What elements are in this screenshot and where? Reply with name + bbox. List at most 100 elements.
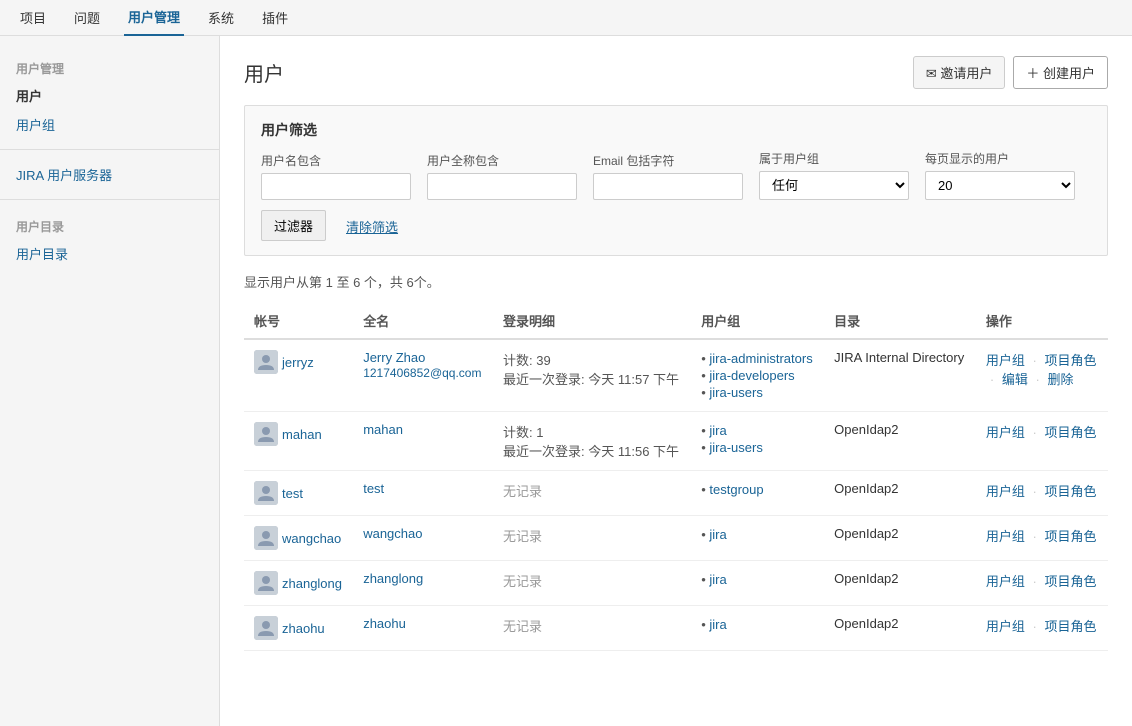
filter-group-select[interactable]: 任何 bbox=[759, 171, 909, 200]
results-info: 显示用户从第 1 至 6 个，共 6个。 bbox=[244, 272, 1108, 291]
table-body: jerryz Jerry Zhao1217406852@qq.com计数: 39… bbox=[244, 339, 1108, 651]
action-projectrole[interactable]: 项目角色 bbox=[1045, 353, 1097, 368]
group-item: jira-administrators bbox=[701, 350, 814, 367]
table-row: zhanglong zhanglong无记录jiraOpenIdap2 用户组 … bbox=[244, 561, 1108, 606]
cell-groups: jira bbox=[691, 561, 824, 606]
group-link[interactable]: jira-developers bbox=[709, 368, 794, 383]
sidebar-item-users[interactable]: 用户 bbox=[0, 81, 219, 110]
fullname-link[interactable]: mahan bbox=[363, 422, 403, 437]
fullname-link[interactable]: zhanglong bbox=[363, 571, 423, 586]
group-link[interactable]: jira bbox=[709, 617, 726, 632]
group-link[interactable]: jira-administrators bbox=[709, 351, 812, 366]
action-projectrole[interactable]: 项目角色 bbox=[1045, 574, 1097, 589]
sidebar-item-user-directory[interactable]: 用户目录 bbox=[0, 239, 219, 268]
action-usergroup[interactable]: 用户组 bbox=[986, 574, 1025, 589]
filter-row: 用户名包含 用户全称包含 Email 包括字符 属于用户组 任何 bbox=[261, 150, 1091, 200]
cell-actions: 用户组 · 项目角色 bbox=[976, 606, 1108, 651]
cell-directory: OpenIdap2 bbox=[824, 412, 976, 471]
action-usergroup[interactable]: 用户组 bbox=[986, 529, 1025, 544]
nav-item-system[interactable]: 系统 bbox=[204, 0, 238, 36]
filter-fullname-input[interactable] bbox=[427, 173, 577, 200]
group-link[interactable]: jira-users bbox=[709, 385, 762, 400]
cell-groups: jira bbox=[691, 606, 824, 651]
fullname-link[interactable]: wangchao bbox=[363, 526, 422, 541]
group-link[interactable]: jira-users bbox=[709, 440, 762, 455]
group-link[interactable]: jira bbox=[709, 527, 726, 542]
cell-login: 无记录 bbox=[493, 561, 691, 606]
action-usergroup[interactable]: 用户组 bbox=[986, 484, 1025, 499]
filter-username-input[interactable] bbox=[261, 173, 411, 200]
account-link[interactable]: zhaohu bbox=[282, 621, 325, 636]
group-link[interactable]: jira bbox=[709, 423, 726, 438]
table-row: jerryz Jerry Zhao1217406852@qq.com计数: 39… bbox=[244, 339, 1108, 412]
cell-login: 无记录 bbox=[493, 606, 691, 651]
filter-email-label: Email 包括字符 bbox=[593, 152, 743, 169]
account-link[interactable]: jerryz bbox=[282, 355, 314, 370]
filter-title: 用户筛选 bbox=[261, 120, 1091, 140]
sidebar-item-jira-user-server[interactable]: JIRA 用户服务器 bbox=[0, 160, 219, 189]
account-link[interactable]: mahan bbox=[282, 427, 322, 442]
group-item: jira-users bbox=[701, 439, 814, 456]
filter-email-input[interactable] bbox=[593, 173, 743, 200]
filter-group-label: 属于用户组 bbox=[759, 150, 909, 167]
filter-actions: 过滤器 清除筛选 bbox=[261, 210, 1091, 241]
filter-button[interactable]: 过滤器 bbox=[261, 210, 326, 241]
action-usergroup[interactable]: 用户组 bbox=[986, 619, 1025, 634]
action-projectrole[interactable]: 项目角色 bbox=[1045, 484, 1097, 499]
invite-user-button[interactable]: ✉ 邀请用户 bbox=[913, 56, 1006, 89]
sidebar-section-usermgmt: 用户管理 bbox=[0, 52, 219, 81]
action-delete[interactable]: 删除 bbox=[1047, 372, 1073, 387]
filter-perpage-label: 每页显示的用户 bbox=[925, 150, 1075, 167]
clear-filter-button[interactable]: 清除筛选 bbox=[334, 212, 410, 241]
action-edit[interactable]: 编辑 bbox=[1002, 372, 1028, 387]
cell-fullname: test bbox=[353, 471, 493, 516]
filter-fullname-field: 用户全称包含 bbox=[427, 152, 577, 200]
fullname-link[interactable]: test bbox=[363, 481, 384, 496]
cell-login: 无记录 bbox=[493, 516, 691, 561]
cell-directory: JIRA Internal Directory bbox=[824, 339, 976, 412]
user-email: 1217406852@qq.com bbox=[363, 366, 481, 380]
col-fullname: 全名 bbox=[353, 303, 493, 339]
main-content: 用户 ✉ 邀请用户 ＋ 创建用户 用户筛选 用户名包含 用户全称包含 bbox=[220, 36, 1132, 726]
nav-item-usermgmt[interactable]: 用户管理 bbox=[124, 0, 184, 36]
nav-item-issue[interactable]: 问题 bbox=[70, 0, 104, 36]
page-title: 用户 bbox=[244, 58, 284, 87]
action-projectrole[interactable]: 项目角色 bbox=[1045, 529, 1097, 544]
no-record: 无记录 bbox=[503, 619, 542, 634]
account-link[interactable]: wangchao bbox=[282, 531, 341, 546]
cell-actions: 用户组 · 项目角色 bbox=[976, 412, 1108, 471]
cell-directory: OpenIdap2 bbox=[824, 471, 976, 516]
filter-perpage-field: 每页显示的用户 20 50 100 bbox=[925, 150, 1075, 200]
cell-fullname: mahan bbox=[353, 412, 493, 471]
col-login: 登录明细 bbox=[493, 303, 691, 339]
account-link[interactable]: zhanglong bbox=[282, 576, 342, 591]
page-header: 用户 ✉ 邀请用户 ＋ 创建用户 bbox=[244, 56, 1108, 89]
cell-account: mahan bbox=[244, 412, 353, 471]
group-item: jira bbox=[701, 422, 814, 439]
sidebar-section-userdirectory: 用户目录 bbox=[0, 210, 219, 239]
action-projectrole[interactable]: 项目角色 bbox=[1045, 619, 1097, 634]
nav-item-project[interactable]: 项目 bbox=[16, 0, 50, 36]
sidebar-item-usergroups[interactable]: 用户组 bbox=[0, 110, 219, 139]
group-link[interactable]: testgroup bbox=[709, 482, 763, 497]
cell-account: zhanglong bbox=[244, 561, 353, 606]
action-usergroup[interactable]: 用户组 bbox=[986, 353, 1025, 368]
cell-actions: 用户组 · 项目角色 bbox=[976, 516, 1108, 561]
action-usergroup[interactable]: 用户组 bbox=[986, 425, 1025, 440]
table-header: 帐号 全名 登录明细 用户组 目录 操作 bbox=[244, 303, 1108, 339]
cell-directory: OpenIdap2 bbox=[824, 606, 976, 651]
table-row: zhaohu zhaohu 无记录 jira OpenIdap2 用户组 · 项目角色 bbox=[244, 606, 1108, 651]
nav-item-plugin[interactable]: 插件 bbox=[258, 0, 292, 36]
group-link[interactable]: jira bbox=[709, 572, 726, 587]
fullname-link[interactable]: Jerry Zhao bbox=[363, 350, 425, 365]
avatar bbox=[254, 422, 278, 446]
fullname-link[interactable]: zhaohu bbox=[363, 616, 406, 631]
create-user-button[interactable]: ＋ 创建用户 bbox=[1013, 56, 1108, 89]
col-groups: 用户组 bbox=[691, 303, 824, 339]
no-record: 无记录 bbox=[503, 484, 542, 499]
action-projectrole[interactable]: 项目角色 bbox=[1045, 425, 1097, 440]
group-item: jira-users bbox=[701, 384, 814, 401]
cell-directory: OpenIdap2 bbox=[824, 561, 976, 606]
filter-perpage-select[interactable]: 20 50 100 bbox=[925, 171, 1075, 200]
account-link[interactable]: test bbox=[282, 486, 303, 501]
